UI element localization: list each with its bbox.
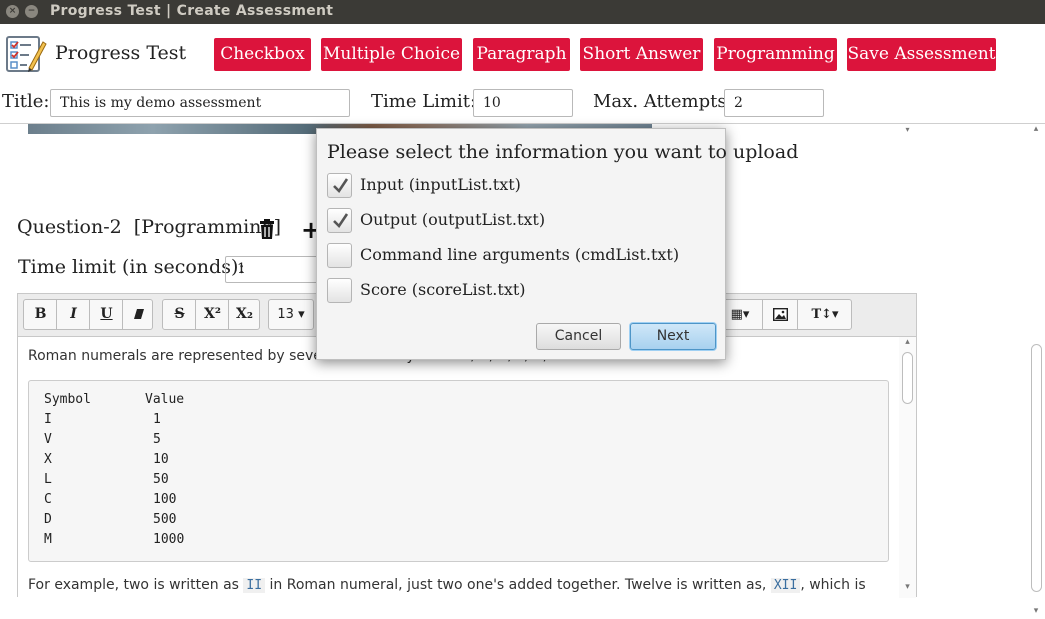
paragraph-text: in Roman numeral, just two one's added t… [265, 577, 771, 593]
dialog-title: Please select the information you want t… [327, 141, 799, 163]
image-icon[interactable] [764, 300, 797, 329]
strikethrough-button[interactable]: S [163, 300, 196, 329]
editor-scrollbar-thumb[interactable] [902, 352, 913, 404]
page-scrollbar[interactable]: ▴ ▾ [1029, 124, 1043, 619]
title-label: Title: [2, 91, 50, 112]
code-value: 500 [153, 512, 177, 527]
score-option-label: Score (scoreList.txt) [360, 280, 526, 299]
code-symbol: C [44, 492, 52, 507]
programming-question-button[interactable]: Programming [714, 38, 837, 71]
code-value: 50 [153, 472, 169, 487]
eraser-icon[interactable] [122, 300, 155, 329]
save-assessment-button[interactable]: Save Assessment [847, 38, 996, 71]
code-value: 5 [153, 432, 161, 447]
multiple-choice-question-button[interactable]: Multiple Choice [321, 38, 462, 71]
code-symbol: I [44, 412, 52, 427]
code-value: 10 [153, 452, 169, 467]
format-group: B I U [23, 299, 153, 330]
output-option-label: Output (outputList.txt) [360, 210, 546, 229]
problem-paragraph-2: For example, two is written as II in Rom… [28, 577, 866, 593]
code-value: 100 [153, 492, 177, 507]
input-checkbox[interactable] [327, 173, 352, 198]
trash-icon[interactable] [259, 219, 275, 243]
editor-content[interactable]: Roman numerals are represented by seven … [18, 337, 899, 598]
scroll-down-icon[interactable]: ▾ [899, 582, 916, 592]
code-symbol: D [44, 512, 52, 527]
window-close-button[interactable]: × [6, 5, 19, 18]
text-size-button[interactable]: T↕▾ [800, 300, 850, 329]
subscript-button[interactable]: X₂ [228, 300, 261, 329]
code-symbol: L [44, 472, 52, 487]
title-input[interactable]: This is my demo assessment [50, 89, 350, 117]
question-time-limit-label: Time limit (in seconds): [18, 256, 245, 278]
code-header-symbol: Symbol [44, 392, 91, 407]
close-icon: × [8, 6, 17, 16]
max-attempts-label: Max. Attempts: [593, 91, 733, 112]
underline-button[interactable]: U [90, 300, 123, 329]
input-option-label: Input (inputList.txt) [360, 175, 521, 194]
roman-numeral-code-block: Symbol Value I 1 V 5 X 10 L 50 C 100 D 5… [28, 380, 889, 562]
page-scrollbar-thumb[interactable] [1031, 344, 1042, 592]
output-checkbox[interactable] [327, 208, 352, 233]
bold-button[interactable]: B [24, 300, 57, 329]
cmd-args-checkbox[interactable] [327, 243, 352, 268]
time-limit-label: Time Limit: [371, 91, 477, 112]
chevron-down-icon[interactable]: ▾ [899, 124, 916, 135]
cancel-button[interactable]: Cancel [536, 323, 621, 350]
code-value: 1000 [153, 532, 185, 547]
paragraph-question-button[interactable]: Paragraph [473, 38, 570, 71]
minimize-icon: − [27, 6, 36, 16]
app-name: Progress Test [55, 42, 187, 64]
checkmark-icon [333, 178, 349, 194]
score-checkbox[interactable] [327, 278, 352, 303]
short-answer-question-button[interactable]: Short Answer [580, 38, 703, 71]
next-button[interactable]: Next [630, 323, 716, 350]
paragraph-text: , which is [800, 577, 866, 593]
window-minimize-button[interactable]: − [25, 5, 38, 18]
upload-selection-dialog: Please select the information you want t… [316, 128, 798, 360]
checklist-pencil-icon [5, 34, 47, 78]
cmd-args-option-label: Command line arguments (cmdList.txt) [360, 245, 680, 264]
inline-code: XII [770, 578, 801, 593]
code-value: 1 [153, 412, 161, 427]
code-symbol: V [44, 432, 52, 447]
inline-code: II [243, 578, 266, 593]
window-title: Progress Test | Create Assessment [50, 3, 334, 19]
font-size-value: 13 ▾ [277, 307, 305, 322]
code-header-value: Value [145, 392, 185, 407]
insert-group: ▦▾ T↕▾ [717, 299, 852, 330]
italic-button[interactable]: I [57, 300, 90, 329]
code-symbol: X [44, 452, 52, 467]
script-group: S X² X₂ [162, 299, 260, 330]
scroll-up-icon[interactable]: ▴ [899, 337, 916, 347]
scroll-down-icon[interactable]: ▾ [1029, 606, 1043, 616]
editor-scrollbar[interactable]: ▴ ▾ [899, 337, 916, 598]
checkbox-question-button[interactable]: Checkbox [214, 38, 311, 71]
superscript-button[interactable]: X² [196, 300, 229, 329]
font-size-select[interactable]: 13 ▾ [268, 299, 314, 330]
scroll-up-icon[interactable]: ▴ [1029, 124, 1043, 134]
paragraph-text: For example, two is written as [28, 577, 244, 593]
checkmark-icon [333, 213, 349, 229]
time-limit-input[interactable]: 10 [473, 89, 573, 117]
question-heading: Question-2 [Programming] [17, 216, 281, 238]
code-symbol: M [44, 532, 52, 547]
max-attempts-input[interactable]: 2 [724, 89, 824, 117]
window-titlebar: × − Progress Test | Create Assessment [0, 0, 1045, 24]
